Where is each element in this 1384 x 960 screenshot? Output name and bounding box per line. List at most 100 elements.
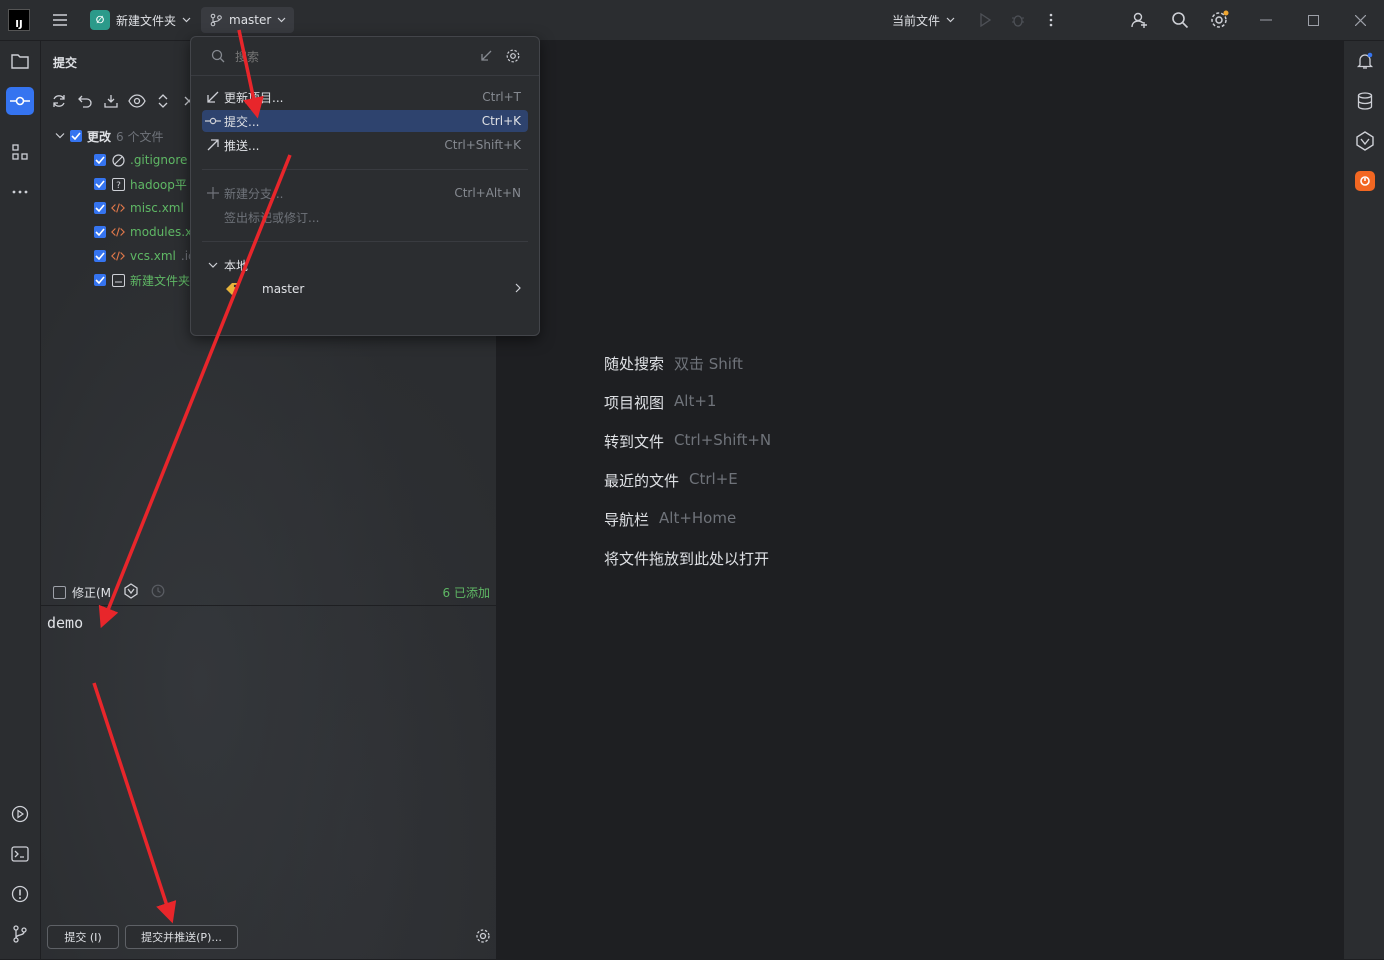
search-icon [211,49,225,63]
file-row[interactable]: vcs.xml .ic [94,245,195,267]
refresh-icon[interactable] [49,91,69,111]
local-branch-master[interactable]: master [202,278,528,300]
commit-options-icon[interactable] [475,928,491,947]
left-tool-strip [0,41,41,959]
collapse-popup-icon[interactable] [479,49,493,63]
file-checkbox[interactable] [94,154,106,166]
ai-assistant-icon[interactable] [123,582,139,602]
current-branch-tag-icon [202,282,262,296]
push-icon [202,139,224,151]
run-config-label: 当前文件 [892,13,941,28]
menu-item-update-project[interactable]: 更新项目... Ctrl+T [202,86,528,108]
more-actions-icon[interactable] [1044,7,1058,33]
database-icon[interactable] [1353,89,1377,113]
menu-item-commit[interactable]: 提交... Ctrl+K [202,110,528,132]
project-badge: ∅ [90,10,110,30]
file-row[interactable]: ? hadoop平 [94,173,187,195]
run-config-widget[interactable]: 当前文件 [892,7,955,33]
search-icon[interactable] [1169,7,1191,33]
run-icon[interactable] [976,7,994,33]
commit-button[interactable]: 提交 (I) [47,925,119,949]
file-name: .gitignore [130,153,188,167]
git-tool-icon[interactable] [6,920,34,948]
changes-count: 6 个文件 [116,129,164,144]
settings-icon[interactable] [1208,7,1230,33]
right-tool-strip [1343,41,1384,959]
hint-goto-file: 转到文件 Ctrl+Shift+N [604,431,772,451]
commit-message-text[interactable]: demo [47,614,83,632]
file-checkbox[interactable] [94,250,106,262]
commit-message-editor[interactable]: demo [41,605,496,960]
branch-widget[interactable]: master [201,7,295,33]
chevron-down-icon[interactable] [55,132,65,140]
changes-group-row[interactable]: 更改 6 个文件 [55,125,163,147]
added-status: 6 已添加 [442,585,490,600]
main-menu-icon[interactable] [48,7,72,33]
hint-recent-files: 最近的文件 Ctrl+E [604,470,738,490]
commit-toolbar [49,91,199,111]
update-icon [202,91,224,103]
minimize-icon[interactable] [1256,10,1276,30]
file-row[interactable]: 新建文件夹 [94,269,190,291]
popup-search-input[interactable] [233,46,437,68]
svg-text:?: ? [116,181,121,191]
gear-icon[interactable] [505,48,521,64]
commit-and-push-button[interactable]: 提交并推送(P)... [125,925,238,949]
chevron-down-icon [202,262,224,269]
chevron-down-icon [182,17,191,23]
hint-project-view: 项目视图 Alt+1 [604,392,717,412]
hint-search-everywhere: 随处搜索 双击 Shift [604,355,743,373]
file-row[interactable]: misc.xml . [94,197,193,219]
unknown-file-icon: ? [111,177,125,191]
more-tools-icon[interactable] [6,178,34,206]
module-file-icon [111,273,125,287]
amend-label[interactable]: 修正(M [72,584,111,601]
chevron-down-icon [946,17,955,23]
file-checkbox[interactable] [94,226,106,238]
xml-icon [111,201,125,215]
project-tool-icon[interactable] [6,47,34,75]
menu-item-new-branch[interactable]: 新建分支... Ctrl+Alt+N [202,182,528,204]
editor-empty-area: 随处搜索 双击 Shift 项目视图 Alt+1 转到文件 Ctrl+Shift… [497,41,1343,959]
file-checkbox[interactable] [94,274,106,286]
file-checkbox[interactable] [94,178,106,190]
changes-checkbox[interactable] [70,130,82,142]
app-logo[interactable]: IJ [8,7,30,33]
problems-icon[interactable] [6,880,34,908]
popup-separator [202,241,528,242]
xml-icon [111,225,125,239]
close-icon[interactable] [1350,10,1370,30]
file-name: misc.xml [130,201,184,215]
file-row[interactable]: modules.x [94,221,192,243]
maximize-icon[interactable] [1303,10,1323,30]
notifications-icon[interactable] [1353,49,1377,73]
file-name: vcs.xml [130,249,176,263]
expand-collapse-icon[interactable] [153,91,173,111]
show-diff-icon[interactable] [127,91,147,111]
rollback-icon[interactable] [75,91,95,111]
file-row[interactable]: .gitignore [94,149,187,171]
plugin-icon[interactable] [1353,169,1377,193]
amend-checkbox[interactable] [53,585,66,599]
services-icon[interactable] [6,800,34,828]
debug-icon[interactable] [1009,7,1027,33]
shelve-icon[interactable] [101,91,121,111]
chevron-down-icon [277,17,286,23]
menu-item-push[interactable]: 推送... Ctrl+Shift+K [202,134,528,156]
commit-icon [202,117,224,125]
structure-tool-icon[interactable] [6,138,34,166]
file-checkbox[interactable] [94,202,106,214]
history-icon[interactable] [151,584,165,601]
hint-drop-files: 将文件拖放到此处以打开 [604,550,770,568]
popup-search-bar [191,37,539,76]
commit-tool-icon[interactable] [6,87,34,115]
local-branches-section[interactable]: 本地 [202,254,528,276]
file-name: 新建文件夹 [130,273,191,288]
ai-assistant-icon[interactable] [1353,129,1377,153]
menu-item-checkout-tag[interactable]: 签出标记或修订... [202,206,528,228]
panel-title: 提交 [53,56,78,70]
terminal-icon[interactable] [6,840,34,868]
project-widget[interactable]: ∅ 新建文件夹 [86,7,195,33]
add-user-icon[interactable] [1129,7,1151,33]
gitignore-icon [111,153,125,167]
